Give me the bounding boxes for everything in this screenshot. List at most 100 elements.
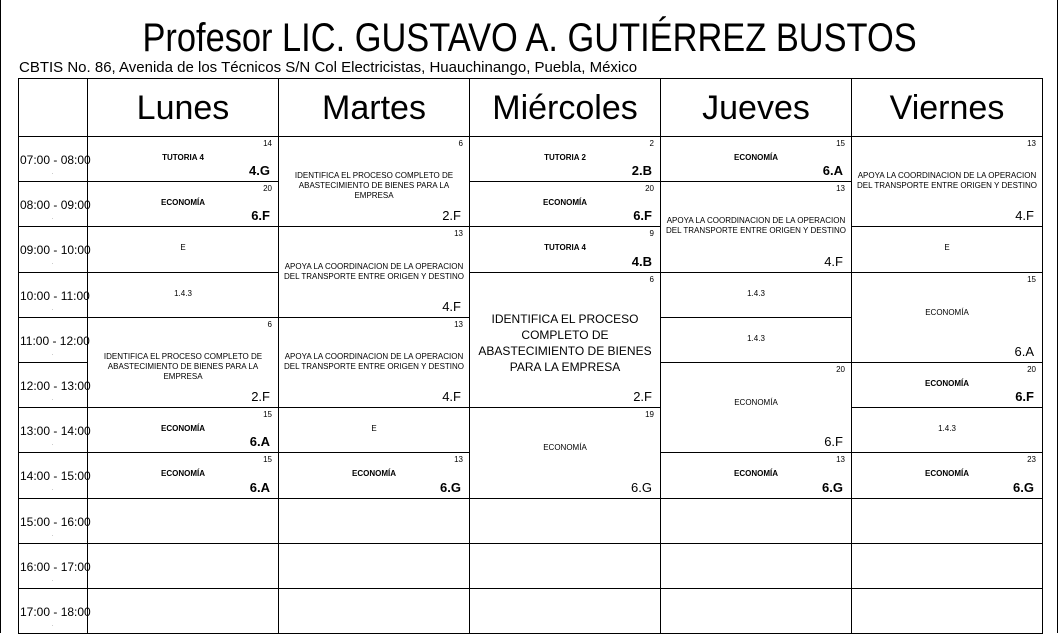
time-dot: . xyxy=(52,170,54,176)
day-header-3: Jueves xyxy=(661,79,852,137)
group-code: 6.F xyxy=(633,208,652,224)
schedule-slot: 13 APOYA LA COORDINACION DE LA OPERACION … xyxy=(279,227,470,318)
page-border-left xyxy=(0,0,1,633)
room-number: 9 xyxy=(649,229,654,239)
time-cell: 09:00 - 10:00. xyxy=(19,227,91,273)
time-dot: . xyxy=(52,441,54,448)
room-number: 20 xyxy=(836,365,845,374)
subject-name: APOYA LA COORDINACION DE LA OPERACION DE… xyxy=(856,171,1038,191)
schedule-slot: 15 ECONOMÍA 6.A xyxy=(88,453,279,499)
subject-name: 1.4.3 xyxy=(174,288,192,298)
room-number: 20 xyxy=(263,184,272,194)
schedule-slot: 20 ECONOMÍA 6.F xyxy=(470,182,661,228)
schedule-slot xyxy=(279,589,470,634)
subject-name: E xyxy=(944,243,950,253)
schedule-slot xyxy=(88,498,279,544)
room-number: 20 xyxy=(1027,365,1036,374)
schedule-slot: 1.4.3 xyxy=(852,408,1043,454)
schedule-table: Lunes Martes Miércoles Jueves Viernes 07:00 -… xyxy=(18,78,1043,634)
school-address: CBTIS No. 86, Avenida de los Técnicos S/… xyxy=(19,59,638,76)
time-cell: 08:00 - 09:00. xyxy=(19,182,91,228)
time-cell: 13:00 - 14:00. xyxy=(19,408,91,454)
room-number: 6 xyxy=(267,319,272,329)
group-code: 4.G xyxy=(249,163,270,179)
schedule-slot: 6 IDENTIFICA EL PROCESO COMPLETO DE ABAST… xyxy=(470,272,661,409)
schedule-slot: E xyxy=(88,227,279,273)
schedule-slot xyxy=(470,543,661,589)
group-code: 4.F xyxy=(442,298,461,314)
time-dot: . xyxy=(52,531,54,538)
subject-name: E xyxy=(180,243,186,253)
schedule-slot: 6 IDENTIFICA EL PROCESO COMPLETO DE ABAST… xyxy=(279,137,470,228)
time-cell: 17:00 - 18:00. xyxy=(19,589,91,634)
group-code: 6.A xyxy=(249,479,270,495)
subject-name: ECONOMÍA xyxy=(352,469,396,479)
room-number: 6 xyxy=(458,139,463,148)
subject-name: 1.4.3 xyxy=(747,333,765,343)
room-number: 2 xyxy=(649,139,654,148)
schedule-slot xyxy=(279,543,470,589)
corner-header-cell xyxy=(19,79,88,137)
group-code: 6.F xyxy=(824,434,843,450)
schedule-slot xyxy=(88,589,279,634)
time-dot: . xyxy=(52,396,54,402)
schedule-slot xyxy=(852,589,1043,634)
room-number: 13 xyxy=(454,319,463,329)
subject-name: APOYA LA COORDINACION DE LA OPERACION DE… xyxy=(283,261,465,281)
time-label: 11:00 - 12:00 xyxy=(20,333,90,348)
time-dot: . xyxy=(52,622,54,628)
time-cell: 07:00 - 08:00. xyxy=(19,137,91,183)
day-header-0: Lunes xyxy=(88,79,279,137)
subject-name: TUTORIA 4 xyxy=(544,243,586,253)
schedule-slot: 20 ECONOMÍA 6.F xyxy=(852,363,1043,409)
schedule-slot: 1.4.3 xyxy=(661,272,852,318)
schedule-slot: 9 TUTORIA 4 4.B xyxy=(470,227,661,273)
subject-name: E xyxy=(371,424,377,434)
group-code: 2.F xyxy=(251,389,270,405)
schedule-slot: E xyxy=(279,408,470,454)
schedule-slot: 13 APOYA LA COORDINACION DE LA OPERACION … xyxy=(661,182,852,273)
time-dot: . xyxy=(52,350,54,357)
subject-name: ECONOMÍA xyxy=(734,153,778,162)
group-code: 4.B xyxy=(631,253,652,269)
time-label: 14:00 - 15:00 xyxy=(20,469,91,484)
time-cell: 14:00 - 15:00. xyxy=(19,453,91,499)
room-number: 13 xyxy=(836,184,845,194)
room-number: 13 xyxy=(836,455,845,465)
time-label: 17:00 - 18:00 xyxy=(20,605,91,619)
schedule-slot: 20 ECONOMÍA 6.F xyxy=(88,182,279,228)
subject-name: APOYA LA COORDINACION DE LA OPERACION DE… xyxy=(283,351,465,371)
room-number: 13 xyxy=(454,455,463,465)
time-label: 12:00 - 13:00 xyxy=(20,379,91,393)
group-code: 4.F xyxy=(1015,208,1034,224)
schedule-slot: 1.4.3 xyxy=(88,272,279,318)
room-number: 14 xyxy=(263,139,272,148)
schedule-slot: 13 APOYA LA COORDINACION DE LA OPERACION … xyxy=(279,317,470,409)
room-number: 20 xyxy=(645,184,654,194)
room-number: 15 xyxy=(263,410,272,420)
time-dot: . xyxy=(52,576,54,583)
group-code: 6.G xyxy=(631,479,652,495)
subject-name: ECONOMÍA xyxy=(734,398,778,408)
schedule-slot: 19 ECONOMÍA 6.G xyxy=(470,408,661,499)
time-label: 09:00 - 10:00 xyxy=(20,243,91,258)
day-header-2: Miércoles xyxy=(470,79,661,137)
time-label: 13:00 - 14:00 xyxy=(20,424,91,439)
time-cell: 15:00 - 16:00. xyxy=(19,498,91,544)
room-number: 13 xyxy=(454,229,463,239)
time-dot: . xyxy=(52,260,54,267)
schedule-slot xyxy=(661,543,852,589)
group-code: 6.A xyxy=(822,163,843,179)
group-code: 6.F xyxy=(1015,389,1034,405)
schedule-slot xyxy=(661,498,852,544)
time-dot: . xyxy=(52,215,54,222)
time-label: 07:00 - 08:00 xyxy=(20,153,91,167)
room-number: 15 xyxy=(1027,274,1036,284)
subject-name: IDENTIFICA EL PROCESO COMPLETO DE ABASTE… xyxy=(103,351,263,381)
room-number: 15 xyxy=(836,139,845,148)
group-code: 6.G xyxy=(822,479,843,495)
schedule-slot xyxy=(852,498,1043,544)
schedule-slot: 13 ECONOMÍA 6.G xyxy=(279,453,470,499)
page-border-right xyxy=(1057,0,1058,633)
schedule-slot: 2 TUTORIA 2 2.B xyxy=(470,137,661,183)
